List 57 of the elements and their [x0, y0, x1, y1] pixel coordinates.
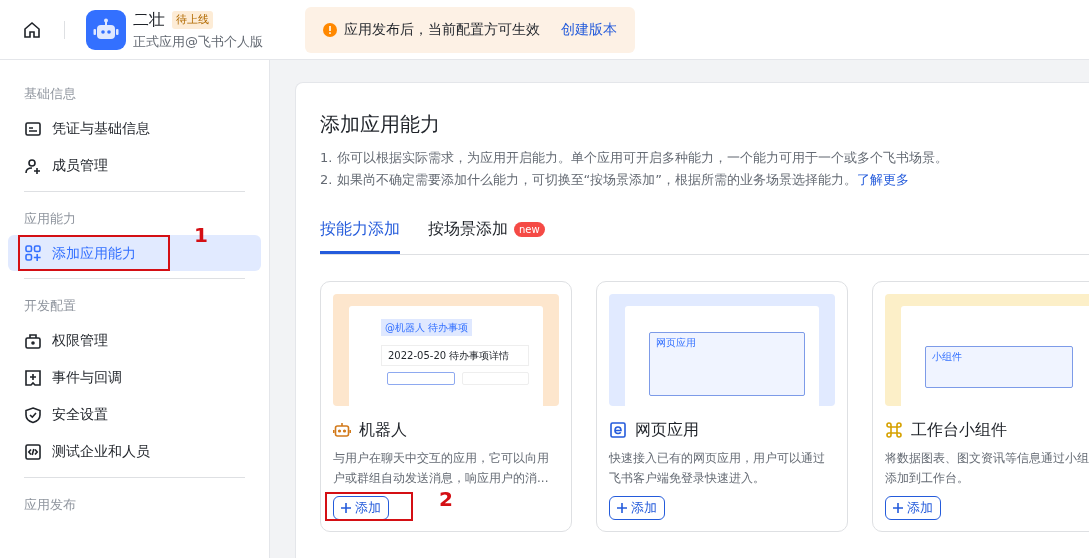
card-description: 飞书客户端免登录快速进入。	[609, 470, 766, 487]
preview-text: 小组件	[932, 351, 963, 362]
annotation-number: 2	[439, 489, 453, 509]
sidebar-item[interactable]: 安全设置	[8, 396, 261, 433]
sidebar-item[interactable]: 事件与回调	[8, 359, 261, 396]
preview-text: @机器人 待办事项	[381, 319, 473, 336]
code-box-icon	[24, 442, 42, 461]
plus-icon	[341, 502, 351, 513]
section-title: 应用能力	[23, 209, 77, 228]
preview-button-shape	[387, 372, 455, 385]
sidebar-item[interactable]: 成员管理	[8, 147, 261, 184]
add-button[interactable]: 添加	[333, 496, 389, 520]
plus-icon	[617, 502, 627, 513]
robot-app-icon	[86, 9, 126, 50]
add-grid-icon	[24, 244, 42, 262]
section-title: 基础信息	[23, 85, 77, 103]
section-title: 应用发布	[23, 495, 77, 514]
card-title: 工作台小组件	[911, 419, 1007, 441]
card-description: 户或群组自动发送消息，响应用户的消...	[333, 470, 550, 487]
note-text: 1. 你可以根据实际需求，为应用开启能力。单个应用可开启多种能力，一个能力可用于一个或多个飞书场景。	[320, 149, 949, 167]
page-title: 添加应用能力	[320, 111, 441, 138]
preview-text: 2022-05-20 待办事项详情	[381, 345, 529, 366]
id-card-icon	[24, 119, 42, 138]
section-title: 开发配置	[23, 297, 77, 315]
home-button[interactable]	[22, 19, 42, 40]
warning-icon	[323, 22, 337, 37]
card-description: 添加到工作台。	[885, 470, 970, 487]
app-name: 二壮	[133, 8, 165, 31]
plus-icon	[893, 502, 903, 513]
command-icon	[885, 421, 903, 439]
home-icon	[22, 19, 42, 40]
card-description: 与用户在聊天中交互的应用，它可以向用	[333, 450, 550, 467]
letter-e-icon	[609, 421, 627, 439]
plus-box-icon	[24, 368, 42, 387]
add-button[interactable]: 添加	[609, 496, 665, 520]
shield-icon	[24, 405, 42, 424]
status-badge: 待上线	[172, 10, 213, 29]
tab[interactable]: 按场景添加 new	[428, 213, 545, 254]
lock-box-icon	[24, 331, 42, 350]
add-button[interactable]: 添加	[885, 496, 941, 520]
card-description: 快速接入已有的网页应用，用户可以通过	[609, 450, 826, 467]
robot-icon	[333, 421, 351, 439]
card-description: 将数据图表、图文资讯等信息通过小组	[885, 450, 1089, 467]
card-title: 网页应用	[635, 419, 699, 441]
learn-more-link[interactable]: 了解更多	[857, 172, 909, 187]
new-badge: new	[514, 221, 545, 237]
sidebar-item[interactable]: 权限管理	[8, 322, 261, 359]
sidebar-item[interactable]: 凭证与基础信息	[8, 110, 261, 147]
app-subtitle: 正式应用@飞书个人版	[133, 32, 263, 51]
notice-text: 应用发布后，当前配置方可生效	[344, 20, 540, 39]
create-version-link[interactable]: 创建版本	[561, 19, 617, 40]
add-user-icon	[24, 156, 42, 175]
note-text: 2. 如果尚不确定需要添加什么能力，可切换至“按场景添加”，根据所需的业务场景选择能力。了解更多	[320, 171, 910, 189]
sidebar-item[interactable]: 测试企业和人员	[8, 433, 261, 470]
tab[interactable]: 按能力添加	[320, 213, 400, 254]
card-title: 机器人	[359, 419, 407, 441]
preview-text: 网页应用	[656, 337, 697, 348]
